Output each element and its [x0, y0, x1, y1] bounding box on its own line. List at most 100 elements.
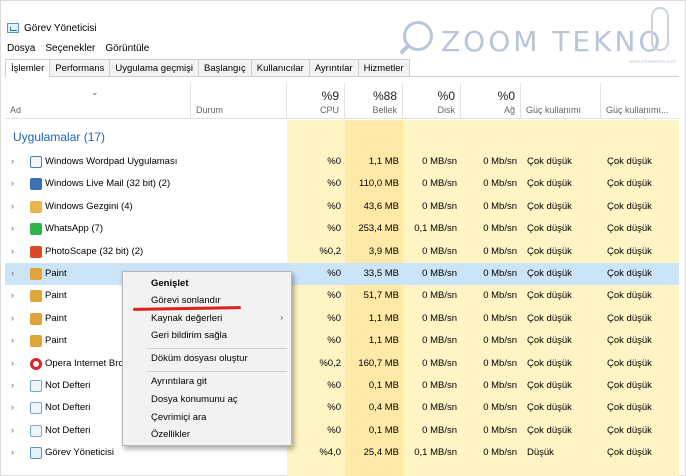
col-disk-label: Disk: [437, 105, 456, 115]
process-name: Paint: [45, 335, 67, 347]
apps-group-label: Uygulamalar (17): [13, 130, 106, 144]
process-row[interactable]: › Görev Yöneticisi %4,0 25,4 MB 0,1 MB/sn 0 M…: [5, 442, 679, 464]
process-row[interactable]: › Paint %0 33,5 MB 0 MB/sn 0 Mb/sn Çok düşük Ço…: [5, 263, 679, 285]
disk-total: %0: [437, 89, 455, 103]
expand-chevron-icon[interactable]: ›: [11, 268, 14, 278]
power-value: Çok düşük: [527, 245, 572, 257]
folder-icon: [30, 200, 42, 213]
window-title: Görev Yöneticisi: [24, 22, 97, 34]
process-row[interactable]: › Windows Gezgini (4) %0 43,6 MB 0 MB/sn 0 Mb…: [5, 196, 679, 218]
process-row[interactable]: › Windows Wordpad Uygulaması %0 1,1 MB 0 MB/…: [5, 151, 679, 173]
process-row[interactable]: › Paint %0 1,1 MB 0 MB/sn 0 Mb/sn Çok düşük Çok…: [5, 308, 679, 330]
menu-view[interactable]: Görüntüle: [105, 43, 149, 54]
network-value: 0 Mb/sn: [483, 156, 517, 167]
process-row[interactable]: › Windows Live Mail (32 bit) (2) %0 110,0 M…: [5, 173, 679, 195]
notepad-icon: [30, 380, 42, 392]
process-row[interactable]: › Paint %0 1,1 MB 0 MB/sn 0 Mb/sn Çok düşük Çok…: [5, 330, 679, 352]
tab-startup[interactable]: Başlangıç: [198, 59, 252, 76]
disk-value: 0,1 MB/sn: [414, 447, 457, 459]
process-row[interactable]: › WhatsApp (7) %0 253,4 MB 0,1 MB/sn 0 Mb/sn Ç…: [5, 218, 679, 240]
ctx-open-file-location[interactable]: Dosya konumunu aç: [151, 394, 238, 405]
expand-chevron-icon[interactable]: ›: [11, 335, 14, 345]
cpu-value: %0: [327, 290, 341, 302]
ctx-resource-values[interactable]: Kaynak değerleri: [151, 313, 222, 324]
col-cpu-header[interactable]: %9 CPU: [287, 83, 345, 119]
expand-chevron-icon[interactable]: ›: [11, 290, 14, 300]
expand-chevron-icon[interactable]: ›: [11, 313, 14, 323]
col-memory-label: Bellek: [372, 105, 397, 115]
ctx-go-to-details[interactable]: Ayrıntılara git: [151, 376, 207, 387]
ctx-separator: [147, 348, 287, 349]
paint-icon: [30, 290, 42, 303]
col-name-header[interactable]: ⌄ Ad: [5, 83, 191, 119]
tab-details[interactable]: Ayrıntılar: [308, 59, 359, 76]
power-trend-value: Çok düşük: [607, 335, 652, 347]
col-network-header[interactable]: %0 Ağ: [461, 83, 521, 119]
col-power-header[interactable]: Güç kullanımı: [521, 83, 601, 119]
paint-icon: [30, 312, 42, 325]
expand-chevron-icon[interactable]: ›: [11, 358, 14, 368]
process-row[interactable]: › Not Defteri %0 0,1 MB 0 MB/sn 0 Mb/sn Çok dü…: [5, 420, 679, 442]
expand-chevron-icon[interactable]: ›: [11, 223, 14, 233]
disk-value: 0 MB/sn: [422, 156, 457, 167]
expand-chevron-icon[interactable]: ›: [11, 178, 14, 188]
process-name: Opera Internet Bro: [45, 357, 124, 369]
paint-icon: [30, 268, 42, 280]
apps-group-header[interactable]: Uygulamalar (17): [5, 128, 679, 148]
col-memory-header[interactable]: %88 Bellek: [345, 83, 403, 119]
process-row[interactable]: › Paint %0 51,7 MB 0 MB/sn 0 Mb/sn Çok düşük Ço…: [5, 285, 679, 307]
network-total: %0: [497, 89, 515, 103]
ctx-feedback[interactable]: Geri bildirim sağla: [151, 330, 227, 341]
col-status-header[interactable]: Durum: [191, 83, 287, 119]
row-background: [5, 397, 679, 419]
expand-chevron-icon[interactable]: ›: [11, 201, 14, 211]
menu-file[interactable]: Dosya: [7, 43, 35, 54]
expand-chevron-icon[interactable]: ›: [11, 447, 14, 457]
disk-value: 0 MB/sn: [422, 335, 457, 347]
ctx-properties[interactable]: Özellikler: [151, 429, 190, 440]
expand-chevron-icon[interactable]: ›: [11, 425, 14, 435]
power-trend-value: Çok düşük: [607, 223, 652, 235]
menu-options[interactable]: Seçenekler: [45, 43, 95, 54]
ctx-create-dump[interactable]: Döküm dosyası oluştur: [151, 353, 248, 364]
network-value: 0 Mb/sn: [483, 335, 517, 347]
tab-users[interactable]: Kullanıcılar: [250, 59, 310, 76]
ctx-search-online[interactable]: Çevrimiçi ara: [151, 412, 206, 423]
tab-performance[interactable]: Performans: [49, 59, 111, 76]
expand-chevron-icon[interactable]: ›: [11, 156, 14, 166]
expand-chevron-icon[interactable]: ›: [11, 402, 14, 412]
power-value: Düşük: [527, 447, 554, 459]
sort-chevron-icon[interactable]: ⌄: [91, 87, 99, 98]
memory-value: 43,6 MB: [363, 200, 399, 212]
process-name: Windows Gezgini (4): [45, 200, 133, 212]
ctx-end-task[interactable]: Görevi sonlandır: [151, 295, 221, 306]
ctx-expand[interactable]: Genişlet: [151, 278, 189, 289]
notepad-icon: [30, 402, 42, 415]
power-value: Çok düşük: [527, 200, 572, 212]
context-menu: Genişlet Görevi sonlandır Kaynak değerle…: [122, 271, 292, 446]
memory-value: 33,5 MB: [363, 268, 399, 279]
tab-processes[interactable]: İşlemler: [5, 59, 51, 77]
col-cpu-label: CPU: [319, 105, 339, 115]
process-row[interactable]: › Opera Internet Bro %0,2 160,7 MB 0 MB/sn 0 …: [5, 353, 679, 375]
process-name: Windows Wordpad Uygulaması: [45, 156, 178, 167]
memory-value: 0,1 MB: [368, 424, 399, 436]
process-row[interactable]: › Not Defteri %0 0,1 MB 0 MB/sn 0 Mb/sn Çok dü…: [5, 375, 679, 397]
process-name: Not Defteri: [45, 380, 91, 391]
expand-chevron-icon[interactable]: ›: [11, 380, 14, 390]
task-manager-window: Görev Yöneticisi ZOOM TEKNO www.zoomtekn…: [0, 0, 686, 476]
cpu-value: %0: [327, 380, 341, 391]
process-row[interactable]: › PhotoScape (32 bit) (2) %0,2 3,9 MB 0 MB/s…: [5, 241, 679, 263]
cpu-value: %0,2: [319, 357, 341, 369]
process-row[interactable]: › Not Defteri %0 0,4 MB 0 MB/sn 0 Mb/sn Çok dü…: [5, 397, 679, 419]
power-value: Çok düşük: [527, 156, 572, 167]
col-power-trend-header[interactable]: Güç kullanımı...: [601, 83, 679, 119]
tab-app-history[interactable]: Uygulama geçmişi: [109, 59, 199, 76]
process-name: Paint: [45, 268, 67, 279]
row-background: [5, 375, 679, 397]
network-value: 0 Mb/sn: [483, 402, 517, 414]
col-disk-header[interactable]: %0 Disk: [403, 83, 461, 119]
tab-services[interactable]: Hizmetler: [357, 59, 410, 76]
expand-chevron-icon[interactable]: ›: [11, 246, 14, 256]
process-name: Not Defteri: [45, 402, 91, 414]
